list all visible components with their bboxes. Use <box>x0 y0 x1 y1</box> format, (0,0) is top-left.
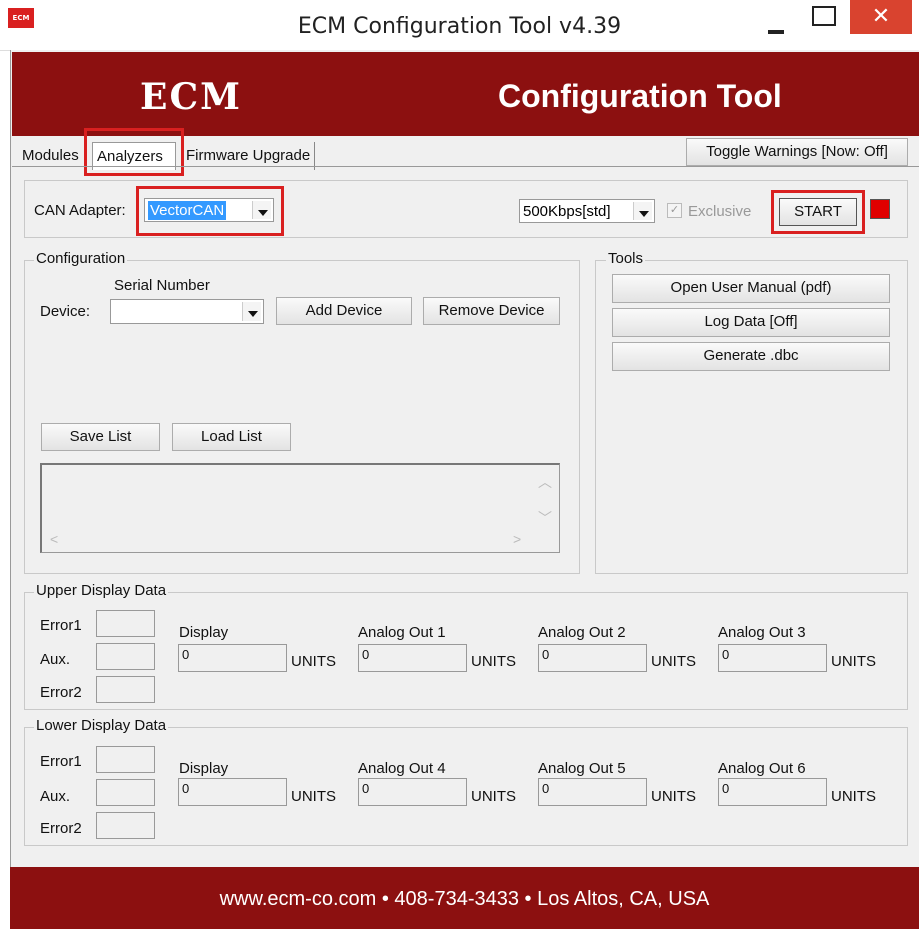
baud-rate-select[interactable]: 500Kbps[std] <box>519 199 655 223</box>
toggle-warnings-button[interactable]: Toggle Warnings [Now: Off] <box>686 138 908 166</box>
upper-error2-label: Error2 <box>40 684 82 701</box>
lower-error2-label: Error2 <box>40 820 82 837</box>
lower-aux-label: Aux. <box>40 788 71 805</box>
generate-dbc-button[interactable]: Generate .dbc <box>612 342 890 371</box>
lower-analog-out-4-title: Analog Out 4 <box>358 760 446 777</box>
load-list-button[interactable]: Load List <box>172 423 291 451</box>
maximize-button[interactable] <box>812 6 836 26</box>
add-device-button[interactable]: Add Device <box>276 297 412 325</box>
baud-rate-value: 500Kbps[std] <box>523 203 611 220</box>
upper-display-field: 0 <box>178 644 287 672</box>
upper-analog-out-2-title: Analog Out 2 <box>538 624 626 641</box>
scroll-right-icon[interactable]: > <box>513 531 521 547</box>
upper-error2-indicator <box>96 676 155 703</box>
chevron-down-icon <box>242 302 261 321</box>
status-indicator <box>870 199 890 219</box>
upper-analog-out-3-title: Analog Out 3 <box>718 624 806 641</box>
highlight-start-button <box>771 190 865 234</box>
lower-display-legend: Lower Display Data <box>34 717 169 734</box>
upper-aux-indicator <box>96 643 155 670</box>
can-adapter-label: CAN Adapter: <box>34 202 126 219</box>
upper-aux-label: Aux. <box>40 651 71 668</box>
chevron-down-icon <box>633 202 652 220</box>
upper-error1-label: Error1 <box>40 617 82 634</box>
remove-device-button[interactable]: Remove Device <box>423 297 560 325</box>
highlight-can-adapter <box>136 186 284 236</box>
upper-error1-indicator <box>96 610 155 637</box>
tools-legend: Tools <box>606 250 646 267</box>
open-user-manual-button[interactable]: Open User Manual (pdf) <box>612 274 890 303</box>
configuration-legend: Configuration <box>34 250 128 267</box>
upper-display-legend: Upper Display Data <box>34 582 169 599</box>
lower-analog-out-4-units: UNITS <box>471 788 516 805</box>
lower-display-units: UNITS <box>291 788 336 805</box>
scroll-up-icon[interactable]: ︿ <box>538 472 552 492</box>
device-list[interactable] <box>40 463 560 553</box>
upper-analog-out-1-units: UNITS <box>471 653 516 670</box>
lower-analog-out-6-units: UNITS <box>831 788 876 805</box>
lower-error1-indicator <box>96 746 155 773</box>
upper-display-title: Display <box>179 624 229 641</box>
lower-aux-indicator <box>96 779 155 806</box>
close-button[interactable]: ✕ <box>850 0 912 34</box>
upper-analog-out-1-title: Analog Out 1 <box>358 624 446 641</box>
lower-analog-out-6-field: 0 <box>718 778 827 806</box>
exclusive-checkbox[interactable]: ✓ <box>667 203 682 218</box>
serial-number-label: Serial Number <box>114 277 210 294</box>
upper-analog-out-1-field: 0 <box>358 644 467 672</box>
lower-error1-label: Error1 <box>40 753 82 770</box>
scroll-down-icon[interactable]: ﹀ <box>538 508 552 528</box>
upper-analog-out-3-units: UNITS <box>831 653 876 670</box>
upper-analog-out-2-units: UNITS <box>651 653 696 670</box>
lower-error2-indicator <box>96 812 155 839</box>
lower-display-title: Display <box>179 760 229 777</box>
device-label: Device: <box>40 303 91 320</box>
scroll-left-icon[interactable]: < <box>50 531 58 547</box>
lower-display-field: 0 <box>178 778 287 806</box>
minimize-button[interactable] <box>756 4 796 34</box>
banner-title: Configuration Tool <box>498 78 782 114</box>
lower-analog-out-4-field: 0 <box>358 778 467 806</box>
lower-analog-out-5-title: Analog Out 5 <box>538 760 626 777</box>
upper-analog-out-2-field: 0 <box>538 644 647 672</box>
save-list-button[interactable]: Save List <box>41 423 160 451</box>
exclusive-label: Exclusive <box>688 203 752 220</box>
lower-analog-out-5-units: UNITS <box>651 788 696 805</box>
upper-analog-out-3-field: 0 <box>718 644 827 672</box>
log-data-button[interactable]: Log Data [Off] <box>612 308 890 337</box>
lower-analog-out-5-field: 0 <box>538 778 647 806</box>
lower-analog-out-6-title: Analog Out 6 <box>718 760 806 777</box>
footer-contact: www.ecm-co.com • 408-734-3433 • Los Alto… <box>10 867 919 929</box>
device-select[interactable] <box>110 299 264 324</box>
brand-logo: ECM <box>140 76 242 118</box>
upper-display-units: UNITS <box>291 653 336 670</box>
minimize-icon <box>768 30 784 34</box>
